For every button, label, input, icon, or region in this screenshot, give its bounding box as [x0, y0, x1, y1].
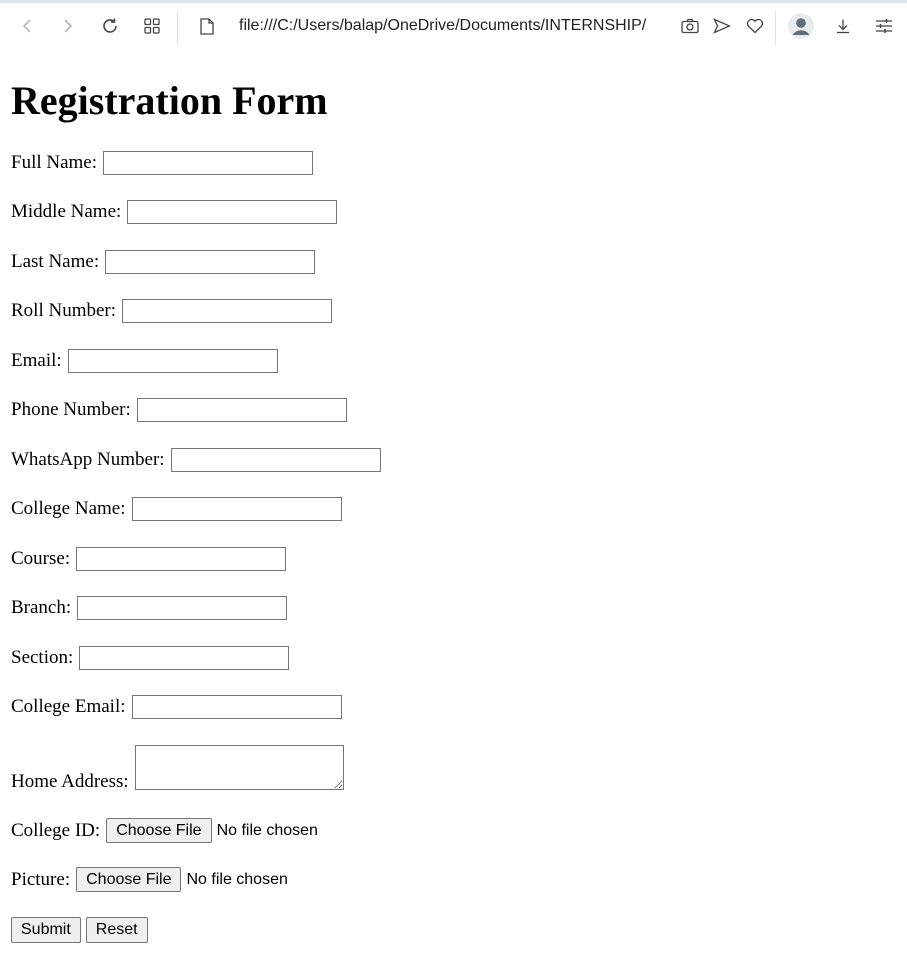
college-email-label: College Email:	[11, 696, 126, 717]
whatsapp-number-input[interactable]	[170, 448, 381, 472]
reload-icon[interactable]	[97, 13, 123, 39]
middle-name-input[interactable]	[127, 200, 338, 224]
send-icon[interactable]	[709, 13, 735, 39]
section-row: Section:	[11, 646, 290, 670]
phone-number-input[interactable]	[136, 398, 347, 422]
reset-button[interactable]: Reset	[85, 917, 148, 943]
email-input[interactable]	[67, 349, 278, 373]
page-content: Registration Form Full Name: Middle Name…	[11, 52, 891, 943]
forward-icon[interactable]	[55, 13, 81, 39]
roll-number-input[interactable]	[122, 299, 333, 323]
profile-avatar-icon[interactable]	[788, 13, 814, 39]
home-address-label: Home Address:	[11, 771, 129, 792]
toolbar-divider	[775, 11, 776, 45]
last-name-input[interactable]	[105, 250, 316, 274]
course-label: Course:	[11, 548, 71, 569]
picture-choose-file-button[interactable]: Choose File	[76, 867, 182, 892]
middle-name-label: Middle Name:	[11, 201, 122, 222]
branch-row: Branch:	[11, 596, 288, 620]
whatsapp-number-row: WhatsApp Number:	[11, 448, 381, 472]
home-address-textarea[interactable]	[134, 745, 344, 790]
browser-toolbar: file:///C:/Users/balap/OneDrive/Document…	[0, 0, 907, 52]
toolbar-divider	[177, 11, 178, 45]
full-name-input[interactable]	[103, 151, 314, 175]
section-label: Section:	[11, 647, 74, 668]
submit-button[interactable]: Submit	[11, 917, 81, 943]
address-bar[interactable]: file:///C:/Users/balap/OneDrive/Document…	[239, 17, 646, 35]
file-icon	[194, 13, 220, 39]
college-id-choose-file-button[interactable]: Choose File	[106, 818, 212, 843]
picture-file-status: No file chosen	[186, 870, 288, 888]
email-row: Email:	[11, 349, 278, 373]
college-name-label: College Name:	[11, 498, 126, 519]
middle-name-row: Middle Name:	[11, 200, 338, 224]
college-email-input[interactable]	[131, 695, 342, 719]
section-input[interactable]	[79, 646, 290, 670]
whatsapp-number-label: WhatsApp Number:	[11, 449, 165, 470]
picture-row: Picture: Choose File No file chosen	[11, 867, 288, 892]
college-id-file-status: No file chosen	[216, 821, 318, 839]
branch-input[interactable]	[77, 596, 288, 620]
course-input[interactable]	[76, 547, 287, 571]
college-id-label: College ID:	[11, 819, 101, 841]
speed-dial-icon[interactable]	[139, 13, 165, 39]
full-name-label: Full Name:	[11, 152, 98, 173]
full-name-row: Full Name:	[11, 151, 314, 175]
form-actions: Submit Reset	[11, 917, 153, 943]
college-name-row: College Name:	[11, 497, 342, 521]
college-name-input[interactable]	[131, 497, 342, 521]
last-name-row: Last Name:	[11, 250, 316, 274]
course-row: Course:	[11, 547, 287, 571]
page-title: Registration Form	[11, 78, 328, 123]
roll-number-row: Roll Number:	[11, 299, 333, 323]
download-icon[interactable]	[830, 13, 856, 39]
home-address-row: Home Address:	[11, 745, 344, 792]
heart-icon[interactable]	[742, 13, 768, 39]
back-icon[interactable]	[14, 13, 40, 39]
settings-sliders-icon[interactable]	[871, 13, 897, 39]
email-label: Email:	[11, 350, 62, 371]
phone-number-label: Phone Number:	[11, 399, 131, 420]
phone-number-row: Phone Number:	[11, 398, 347, 422]
branch-label: Branch:	[11, 597, 72, 618]
camera-icon[interactable]	[677, 13, 703, 39]
roll-number-label: Roll Number:	[11, 300, 117, 321]
college-id-row: College ID: Choose File No file chosen	[11, 818, 318, 843]
picture-label: Picture:	[11, 868, 71, 890]
college-email-row: College Email:	[11, 695, 342, 719]
last-name-label: Last Name:	[11, 251, 100, 272]
